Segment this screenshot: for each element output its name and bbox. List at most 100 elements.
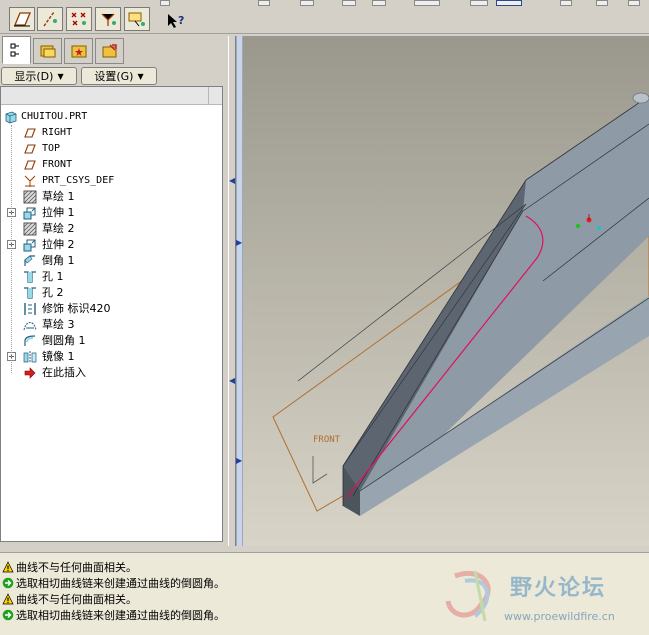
tree-menu-bar: 显示(D) ▼ 设置(G) ▼ bbox=[0, 64, 224, 86]
tree-item-label: 镜像 1 bbox=[42, 350, 75, 363]
axis-display-icon[interactable] bbox=[37, 7, 63, 31]
viewport-sash[interactable]: ▶ ▶ bbox=[236, 36, 243, 546]
navigator-tabs bbox=[0, 36, 224, 64]
mirror-icon bbox=[23, 350, 37, 364]
graphics-viewport[interactable]: FRONT bbox=[243, 36, 649, 546]
watermark-url: www.proewildfire.cn bbox=[504, 610, 615, 623]
tree-item-label: RIGHT bbox=[42, 127, 73, 138]
pro-e-window: ? 显示(D) ▼ 设置(G) ▼ CHUITOU.PRT RIGHT TOP FRONT… bbox=[0, 0, 649, 635]
tree-item[interactable]: 孔 2 bbox=[1, 285, 222, 301]
datum-plane-icon bbox=[23, 142, 37, 156]
annotation-display-icon[interactable] bbox=[124, 7, 150, 31]
tree-item-label: 修饰 标识420 bbox=[42, 302, 111, 315]
expand-right-icon[interactable]: ▶ bbox=[236, 238, 242, 247]
tree-item[interactable]: + 拉伸 2 bbox=[1, 237, 222, 253]
collapse-left-icon[interactable]: ◀ bbox=[229, 176, 235, 185]
message-text: 选取相切曲线链来创建通过曲线的倒圆角。 bbox=[16, 577, 225, 590]
sketch-curve-icon bbox=[23, 318, 37, 332]
tree-item[interactable]: 草绘 2 bbox=[1, 221, 222, 237]
tree-item[interactable]: 草绘 3 bbox=[1, 317, 222, 333]
favorites-tab[interactable] bbox=[64, 38, 93, 64]
sketch-icon bbox=[23, 190, 37, 204]
tree-item-label: 草绘 1 bbox=[42, 190, 75, 203]
point-display-icon[interactable] bbox=[66, 7, 92, 31]
warning-icon bbox=[2, 561, 14, 573]
tree-item[interactable]: + 镜像 1 bbox=[1, 349, 222, 365]
insert-here-icon bbox=[23, 366, 37, 380]
toolbar-strip bbox=[258, 0, 270, 6]
csys-icon bbox=[23, 174, 37, 188]
tree-item[interactable]: 倒角 1 bbox=[1, 253, 222, 269]
tree-item-label: PRT_CSYS_DEF bbox=[42, 175, 115, 186]
toolbar-strip bbox=[596, 0, 608, 6]
tree-item[interactable]: 在此插入 bbox=[1, 365, 222, 381]
tree-item-label: 倒圆角 1 bbox=[42, 334, 86, 347]
tree-item[interactable]: FRONT bbox=[1, 157, 222, 173]
tree-item-label: FRONT bbox=[42, 159, 73, 170]
tree-item-label: 拉伸 2 bbox=[42, 238, 75, 251]
message-line: 选取相切曲线链来创建通过曲线的倒圆角。 bbox=[2, 575, 225, 591]
tree-connector-line bbox=[11, 125, 12, 373]
datum-plane-icon bbox=[23, 158, 37, 172]
prompt-arrow-icon bbox=[2, 609, 14, 621]
tree-item-label: 草绘 2 bbox=[42, 222, 75, 235]
warning-icon bbox=[2, 593, 14, 605]
tree-item-label: 在此插入 bbox=[42, 366, 86, 379]
expand-right-icon[interactable]: ▶ bbox=[236, 456, 242, 465]
chevron-down-icon: ▼ bbox=[137, 71, 144, 81]
tree-item[interactable]: TOP bbox=[1, 141, 222, 157]
chevron-down-icon: ▼ bbox=[57, 71, 64, 81]
panel-divider[interactable]: ◀ ◀ bbox=[228, 36, 236, 546]
tree-header bbox=[1, 87, 222, 105]
tree-item[interactable]: 修饰 标识420 bbox=[1, 301, 222, 317]
tree-item[interactable]: 倒圆角 1 bbox=[1, 333, 222, 349]
toolbar-strip bbox=[414, 0, 440, 6]
plane-display-icon[interactable] bbox=[9, 7, 35, 31]
csys-display-icon[interactable] bbox=[95, 7, 121, 31]
extrude-icon bbox=[23, 206, 37, 220]
model-tree: CHUITOU.PRT RIGHT TOP FRONT PRT_CSYS_DEF 草绘 1… bbox=[0, 86, 223, 542]
tree-item-label: 孔 1 bbox=[42, 270, 64, 283]
svg-text:?: ? bbox=[178, 14, 184, 27]
message-text: 选取相切曲线链来创建通过曲线的倒圆角。 bbox=[16, 609, 225, 622]
tree-item-label: TOP bbox=[42, 143, 61, 154]
cosmetic-icon bbox=[23, 302, 37, 316]
connections-tab[interactable] bbox=[95, 38, 124, 64]
show-menu-button[interactable]: 显示(D) ▼ bbox=[1, 67, 77, 85]
toolbar-strip bbox=[372, 0, 386, 6]
tree-item[interactable]: PRT_CSYS_DEF bbox=[1, 173, 222, 189]
message-line: 曲线不与任何曲面相关。 bbox=[2, 591, 137, 607]
collapse-left-icon[interactable]: ◀ bbox=[229, 376, 235, 385]
toolbar-strip bbox=[470, 0, 488, 6]
watermark-title: 野火论坛 bbox=[510, 576, 607, 601]
tree-item-label: 拉伸 1 bbox=[42, 206, 75, 219]
tree-item[interactable]: 孔 1 bbox=[1, 269, 222, 285]
hole-icon bbox=[23, 286, 37, 300]
tree-item[interactable]: RIGHT bbox=[1, 125, 222, 141]
message-text: 曲线不与任何曲面相关。 bbox=[16, 593, 137, 606]
tree-item-label: 草绘 3 bbox=[42, 318, 75, 331]
tree-root[interactable]: CHUITOU.PRT bbox=[1, 109, 222, 125]
whats-this-help-icon[interactable]: ? bbox=[166, 12, 186, 30]
tree-item[interactable]: + 拉伸 1 bbox=[1, 205, 222, 221]
message-line: 曲线不与任何曲面相关。 bbox=[2, 559, 137, 575]
top-toolbar: ? bbox=[0, 0, 649, 34]
chamfer-icon bbox=[23, 254, 37, 268]
toolbar-strip bbox=[560, 0, 572, 6]
tree-item-label: 孔 2 bbox=[42, 286, 64, 299]
csys-marker-icon bbox=[575, 223, 581, 229]
tree-item[interactable]: 草绘 1 bbox=[1, 189, 222, 205]
round-icon bbox=[23, 334, 37, 348]
tree-item-label: 倒角 1 bbox=[42, 254, 75, 267]
settings-menu-button[interactable]: 设置(G) ▼ bbox=[81, 67, 157, 85]
hole-icon bbox=[23, 270, 37, 284]
toolbar-strip bbox=[628, 0, 640, 6]
message-text: 曲线不与任何曲面相关。 bbox=[16, 561, 137, 574]
message-line: 选取相切曲线链来创建通过曲线的倒圆角。 bbox=[2, 607, 225, 623]
tree-header-cell bbox=[208, 87, 222, 104]
sketch-icon bbox=[23, 222, 37, 236]
model-tree-tab[interactable] bbox=[2, 36, 31, 64]
folder-browser-tab[interactable] bbox=[33, 38, 62, 64]
prompt-arrow-icon bbox=[2, 577, 14, 589]
toolbar-strip bbox=[160, 0, 170, 6]
